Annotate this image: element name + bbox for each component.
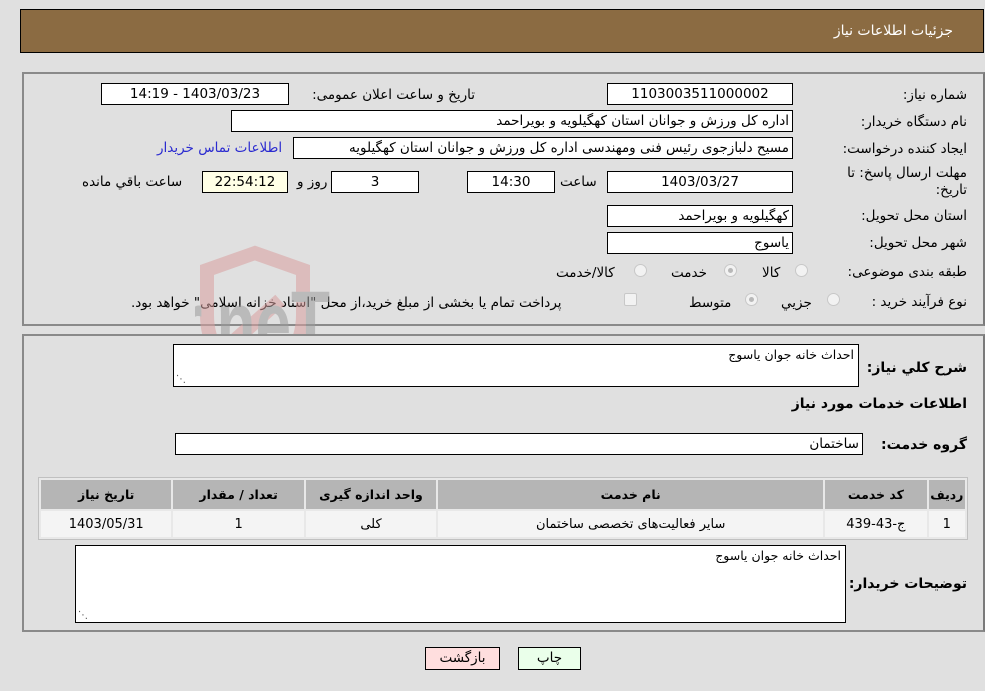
- col-service-code: کد خدمت: [825, 480, 927, 509]
- process-radio-minor[interactable]: [827, 293, 840, 306]
- col-service-name: نام خدمت: [438, 480, 824, 509]
- cell-service-name: سایر فعالیت‌های تخصصی ساختمان: [438, 511, 824, 537]
- need-number-label: شماره نیاز:: [902, 87, 967, 103]
- buyer-notes-label: توضیحات خریدار:: [848, 576, 967, 592]
- resize-grip-icon[interactable]: ⋰: [176, 374, 186, 385]
- category-option-goods-service: کالا/خدمت: [556, 265, 615, 281]
- print-button[interactable]: چاپ: [518, 647, 581, 670]
- process-option-minor: جزیي: [781, 295, 812, 311]
- cell-service-code: ج-43-439: [825, 511, 927, 537]
- days-remaining-field: 3: [331, 171, 419, 193]
- col-need-date: تاریخ نیاز: [41, 480, 172, 509]
- creator-field: مسیح دلبازجوی رئیس فنی ومهندسی اداره کل …: [293, 137, 793, 159]
- cell-need-date: 1403/05/31: [41, 511, 172, 537]
- treasury-checkbox[interactable]: [624, 293, 637, 306]
- page-header: جزئیات اطلاعات نیاز: [20, 9, 984, 53]
- col-unit: واحد اندازه گیری: [305, 480, 437, 509]
- col-quantity: تعداد / مقدار: [173, 480, 304, 509]
- time-label: ساعت: [560, 174, 597, 190]
- category-option-service: خدمت: [671, 265, 707, 281]
- process-radio-medium[interactable]: [745, 293, 758, 306]
- service-group-field: ساختمان: [175, 433, 863, 455]
- category-option-goods: کالا: [762, 265, 781, 281]
- need-number-field: 1103003511000002: [607, 83, 793, 105]
- general-desc-textarea[interactable]: احداث خانه جوان یاسوج ⋰: [173, 344, 859, 387]
- province-field: کهگیلویه و بویراحمد: [607, 205, 793, 227]
- city-label: شهر محل تحویل:: [869, 235, 967, 251]
- category-radio-goods[interactable]: [795, 264, 808, 277]
- buyer-org-label: نام دستگاه خریدار:: [860, 114, 967, 130]
- announce-datetime-field: 1403/03/23 - 14:19: [101, 83, 289, 105]
- back-button[interactable]: بازگشت: [425, 647, 500, 670]
- time-remaining-field: 22:54:12: [202, 171, 288, 193]
- cell-row-number: 1: [928, 511, 965, 537]
- deadline-date-field: 1403/03/27: [607, 171, 793, 193]
- category-radio-service[interactable]: [724, 264, 737, 277]
- city-field: یاسوج: [607, 232, 793, 254]
- creator-label: ایجاد کننده درخواست:: [842, 141, 967, 157]
- cell-quantity: 1: [173, 511, 304, 537]
- time-remaining-label: ساعت باقي مانده: [82, 174, 183, 190]
- buyer-notes-textarea[interactable]: احداث خانه جوان یاسوج ⋰: [75, 545, 846, 623]
- services-heading: اطلاعات خدمات مورد نیاز: [791, 396, 967, 412]
- table-row: 1 ج-43-439 سایر فعالیت‌های تخصصی ساختمان…: [41, 511, 965, 537]
- deadline-label-2: تاریخ:: [935, 182, 967, 198]
- service-group-label: گروه خدمت:: [881, 437, 967, 453]
- buyer-org-field: اداره کل ورزش و جوانان استان کهگیلویه و …: [231, 110, 793, 132]
- cell-unit: کلی: [305, 511, 437, 537]
- days-label: روز و: [297, 174, 328, 190]
- general-desc-label: شرح کلي نیاز:: [866, 360, 967, 376]
- services-table: ردیف کد خدمت نام خدمت واحد اندازه گیری ت…: [38, 477, 968, 540]
- buyer-notes-text: احداث خانه جوان یاسوج: [715, 548, 841, 563]
- process-label: نوع فرآیند خرید :: [871, 294, 967, 310]
- table-header-row: ردیف کد خدمت نام خدمت واحد اندازه گیری ت…: [41, 480, 965, 509]
- process-option-medium: متوسط: [689, 295, 732, 311]
- announce-label: تاریخ و ساعت اعلان عمومی:: [312, 87, 475, 103]
- deadline-time-field: 14:30: [467, 171, 555, 193]
- deadline-label: مهلت ارسال پاسخ: تا: [847, 165, 967, 181]
- province-label: استان محل تحویل:: [861, 208, 967, 224]
- resize-grip-icon[interactable]: ⋰: [78, 610, 88, 621]
- buyer-contact-link[interactable]: اطلاعات تماس خریدار: [157, 140, 282, 156]
- treasury-note: پرداخت تمام یا بخشی از مبلغ خرید،از محل …: [131, 295, 562, 311]
- category-radio-goods-service[interactable]: [634, 264, 647, 277]
- col-row-number: ردیف: [928, 480, 965, 509]
- category-label: طبقه بندی موضوعی:: [847, 264, 967, 280]
- page-title: جزئیات اطلاعات نیاز: [833, 23, 953, 39]
- general-desc-text: احداث خانه جوان یاسوج: [728, 347, 854, 362]
